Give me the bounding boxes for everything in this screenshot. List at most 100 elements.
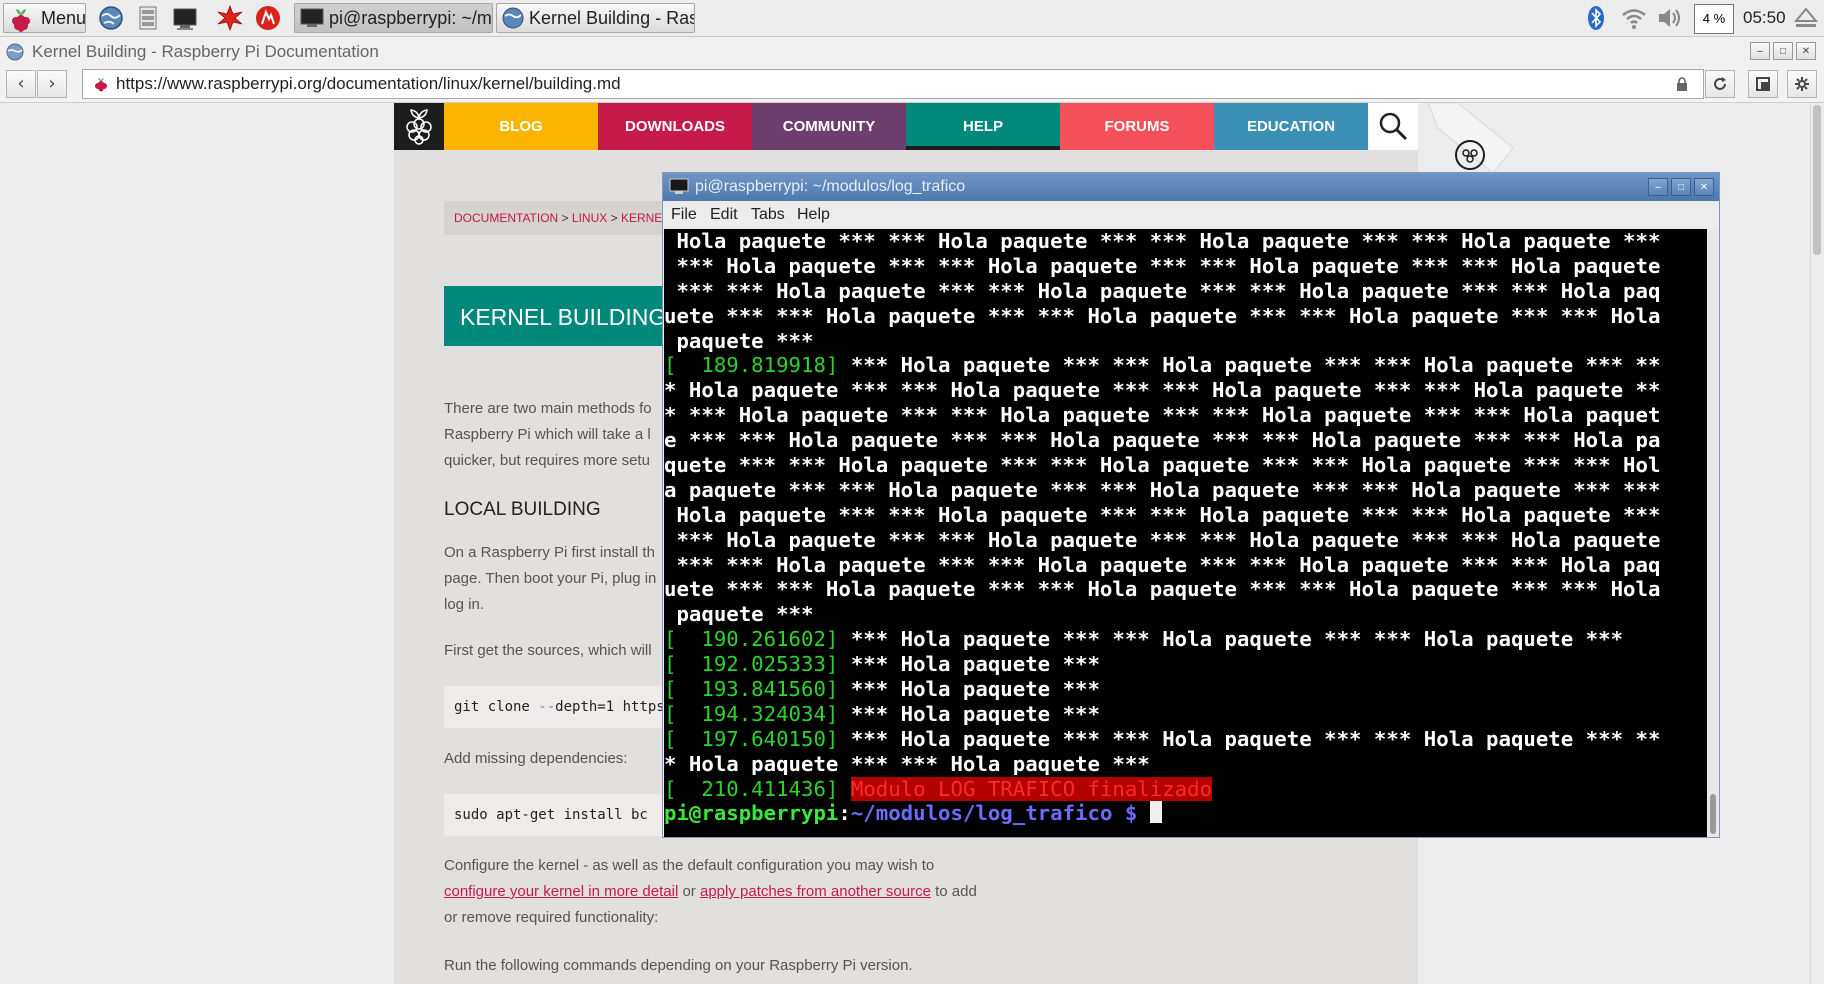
terminal-line: Hola paquete *** *** Hola paquete *** **… <box>664 503 1707 528</box>
clock[interactable]: 05:50 <box>1743 8 1786 28</box>
raspberry-tag-icon <box>1427 103 1514 174</box>
forward-button[interactable]: › <box>37 70 67 98</box>
terminal-title: pi@raspberrypi: ~/modulos/log_trafico <box>695 178 966 195</box>
configure-kernel-link[interactable]: configure your kernel in more detail <box>444 883 678 900</box>
terminal-titlebar[interactable]: pi@raspberrypi: ~/modulos/log_trafico – … <box>663 173 1719 201</box>
text-cursor <box>1149 801 1162 824</box>
close-button[interactable]: ✕ <box>1796 42 1816 60</box>
web-browser-icon[interactable] <box>97 4 125 32</box>
breadcrumb: DOCUMENTATION > LINUX > KERNEL <box>444 201 684 235</box>
cpu-usage: 4 % <box>1702 11 1726 26</box>
menu-edit[interactable]: Edit <box>710 201 738 229</box>
breadcrumb-linux[interactable]: LINUX <box>572 211 607 225</box>
breadcrumb-documentation[interactable]: DOCUMENTATION <box>454 211 558 225</box>
prompt-path: ~/modulos/log_trafico $ <box>850 801 1138 826</box>
log-timestamp: [ 189.819918] <box>664 353 839 378</box>
breadcrumb-sep: > <box>558 211 572 225</box>
scrollbar-thumb[interactable] <box>1710 794 1716 834</box>
window-title: Kernel Building - Raspberry Pi Documenta… <box>32 42 379 61</box>
terminal-line: [ 210.411436] Modulo LOG TRAFICO finaliz… <box>664 776 1707 802</box>
terminal-line: [ 189.819918] *** Hola paquete *** *** H… <box>664 353 1707 378</box>
taskbar: Menu pi@raspberrypi: ~/m... Kernel Build… <box>0 0 1824 37</box>
code-block-apt-get: sudo apt-get install bc <box>444 794 684 836</box>
menu-button[interactable]: Menu <box>3 3 86 33</box>
terminal-icon[interactable] <box>171 4 199 32</box>
terminal-line: uete *** *** Hola paquete *** *** Hola p… <box>664 577 1707 602</box>
menu-label: Menu <box>41 8 86 28</box>
eject-icon[interactable] <box>1792 4 1820 32</box>
text-fragment: or <box>678 883 700 900</box>
log-message: quete *** *** Hola paquete *** *** Hola … <box>664 453 1661 478</box>
terminal-line: * Hola paquete *** *** Hola paquete *** … <box>664 378 1707 403</box>
prompt-separator: : <box>838 801 851 826</box>
url-bar[interactable]: https://www.raspberrypi.org/documentatio… <box>82 69 1704 99</box>
run-commands-paragraph: Run the following commands depending on … <box>444 957 913 974</box>
log-timestamp: [ 193.841560] <box>664 677 839 702</box>
log-message: e *** *** Hola paquete *** *** Hola paqu… <box>664 428 1661 453</box>
cpu-monitor: 4 % <box>1694 4 1734 34</box>
extensions-button[interactable] <box>1748 70 1778 98</box>
menu-tabs[interactable]: Tabs <box>751 201 785 229</box>
terminal-screen[interactable]: Hola paquete *** *** Hola paquete *** **… <box>664 229 1707 837</box>
search-icon <box>1379 112 1408 141</box>
terminal-close-button[interactable]: ✕ <box>1694 178 1714 196</box>
reload-icon <box>1714 77 1726 90</box>
gear-icon <box>1795 77 1809 91</box>
nav-blog[interactable]: BLOG <box>444 103 598 150</box>
maximize-button[interactable]: □ <box>1773 42 1793 60</box>
log-message: *** Hola paquete *** <box>838 677 1100 702</box>
site-nav: BLOG DOWNLOADS COMMUNITY HELP FORUMS EDU… <box>394 103 1418 150</box>
log-message: *** Hola paquete *** *** Hola paquete **… <box>664 527 1661 552</box>
configure-paragraph: Configure the kernel - as well as the de… <box>444 853 1064 931</box>
terminal-minimize-button[interactable]: – <box>1648 178 1668 196</box>
math-kernel-icon[interactable] <box>216 4 244 32</box>
page-scrollbar[interactable] <box>1810 103 1824 984</box>
text-line: Configure the kernel - as well as the de… <box>444 857 935 874</box>
terminal-line: [ 193.841560] *** Hola paquete *** <box>664 677 1707 702</box>
log-message: paquete *** <box>664 328 814 353</box>
menu-help[interactable]: Help <box>797 201 830 229</box>
terminal-line: *** Hola paquete *** *** Hola paquete **… <box>664 254 1707 279</box>
log-message: paquete *** <box>664 602 814 627</box>
site-logo[interactable] <box>394 103 444 150</box>
volume-icon[interactable] <box>1655 4 1683 32</box>
log-message: * Hola paquete *** *** Hola paquete *** … <box>664 378 1661 403</box>
breadcrumb-sep: > <box>607 211 621 225</box>
terminal-line: *** Hola paquete *** *** Hola paquete **… <box>664 528 1707 553</box>
nav-community[interactable]: COMMUNITY <box>752 103 906 150</box>
site-search-button[interactable] <box>1368 103 1418 150</box>
log-message: *** Hola paquete *** *** Hola paquete **… <box>664 253 1661 278</box>
log-message: *** Hola paquete *** *** Hola paquete **… <box>838 726 1661 751</box>
terminal-line: * *** Hola paquete *** *** Hola paquete … <box>664 403 1707 428</box>
nav-education[interactable]: EDUCATION <box>1214 103 1368 150</box>
text-line: configure your kernel in more detail or … <box>444 879 1064 905</box>
terminal-line: * Hola paquete *** *** Hola paquete *** <box>664 752 1707 777</box>
terminal-scrollbar[interactable] <box>1708 229 1718 837</box>
code-text: -- <box>538 699 556 715</box>
log-timestamp: [ 190.261602] <box>664 627 839 652</box>
back-button[interactable]: ‹ <box>6 70 36 98</box>
settings-button[interactable] <box>1787 70 1817 98</box>
log-timestamp: [ 192.025333] <box>664 652 839 677</box>
bluetooth-icon[interactable] <box>1582 4 1610 32</box>
reload-button[interactable] <box>1705 70 1735 98</box>
scrollbar-thumb[interactable] <box>1813 105 1821 255</box>
file-manager-icon[interactable] <box>134 4 162 32</box>
taskbar-item-browser[interactable]: Kernel Building - Ras... <box>496 3 695 33</box>
wifi-icon[interactable] <box>1620 4 1648 32</box>
nav-downloads[interactable]: DOWNLOADS <box>598 103 752 150</box>
terminal-line: [ 192.025333] *** Hola paquete *** <box>664 652 1707 677</box>
wolfram-icon[interactable] <box>254 4 282 32</box>
terminal-line: [ 190.261602] *** Hola paquete *** *** H… <box>664 627 1707 652</box>
apply-patches-link[interactable]: apply patches from another source <box>700 883 931 900</box>
browser-titlebar: Kernel Building - Raspberry Pi Documenta… <box>0 37 1824 68</box>
terminal-maximize-button[interactable]: □ <box>1671 178 1691 196</box>
menu-file[interactable]: File <box>671 201 697 229</box>
terminal-menubar: File Edit Tabs Help <box>663 201 1719 229</box>
raspberry-icon <box>12 9 30 32</box>
nav-help[interactable]: HELP <box>906 103 1060 150</box>
minimize-button[interactable]: – <box>1750 42 1770 60</box>
taskbar-item-terminal[interactable]: pi@raspberrypi: ~/m... <box>294 3 493 33</box>
nav-forums[interactable]: FORUMS <box>1060 103 1214 150</box>
local-building-heading: LOCAL BUILDING <box>444 499 601 520</box>
